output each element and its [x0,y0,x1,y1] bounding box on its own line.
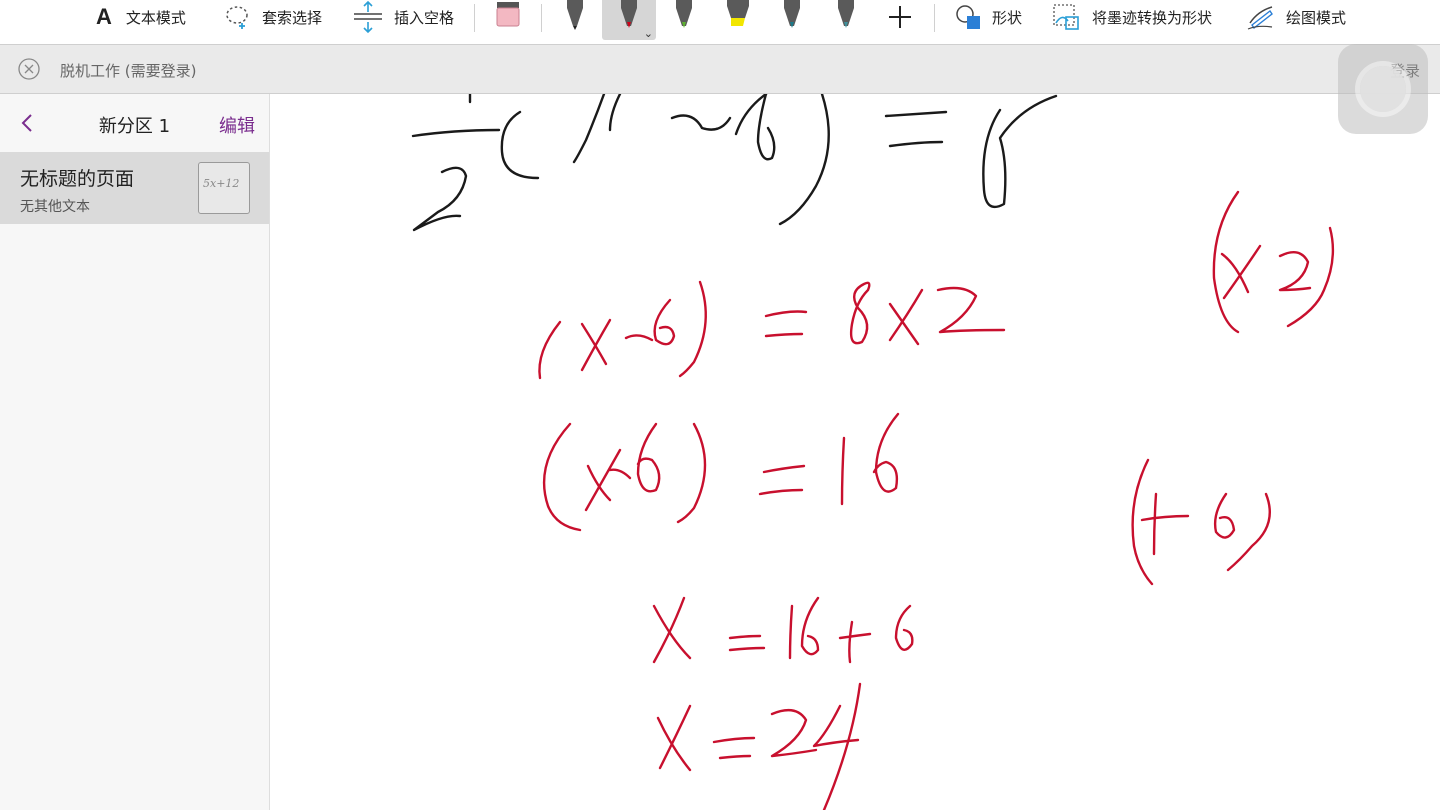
assistive-touch-button[interactable] [1338,44,1428,134]
plus-icon [889,6,911,28]
page-list-sidebar: 新分区 1 编辑 无标题的页面 无其他文本 5x+12 [0,94,270,810]
thumbnail-text: 5x+12 [203,177,240,190]
shapes-label: 形状 [992,8,1023,27]
highlighter-icon [727,0,749,26]
insert-space-label: 插入空格 [394,8,455,27]
text-mode-icon: A [96,4,112,29]
page-thumbnail: 5x+12 [198,162,250,214]
teal-pen-2-icon [838,0,854,28]
assistive-touch-icon [1360,66,1406,112]
eraser-icon [496,2,520,27]
black-pen-button[interactable] [552,0,598,34]
toolbar-divider [541,4,542,32]
ink-to-shape-icon [1053,4,1079,30]
ink-to-shape-label: 将墨迹转换为形状 [1092,8,1213,27]
close-icon[interactable] [18,58,40,80]
teal-pen-2-button[interactable] [823,0,869,34]
teal-pen-icon [784,0,800,28]
note-canvas[interactable] [270,94,1440,810]
add-pen-button[interactable] [886,0,914,34]
red-pen-icon [621,0,637,28]
toolbar: A 文本模式 套索选择 插入空格 ⌄ 形状 将墨迹转换为形状 绘图模式 [0,0,1440,44]
lasso-icon [226,6,248,29]
lasso-select-label: 套索选择 [262,8,323,27]
eraser-button[interactable] [495,0,521,34]
draw-mode-icon [1247,6,1273,30]
yellow-highlighter-button[interactable] [715,0,761,34]
edit-button[interactable]: 编辑 [219,112,255,138]
black-ink-equation [411,94,1058,232]
toolbar-divider [934,4,935,32]
green-pen-icon [676,0,692,28]
insert-space-button[interactable]: 插入空格 [352,0,454,34]
green-pen-button[interactable] [661,0,707,34]
draw-mode-button[interactable]: 绘图模式 [1246,0,1346,34]
red-pen-button[interactable]: ⌄ [602,0,656,40]
ink-to-shape-button[interactable]: 将墨迹转换为形状 [1050,0,1212,34]
lasso-select-button[interactable]: 套索选择 [224,0,322,34]
sidebar-header: 新分区 1 编辑 [0,94,269,152]
toolbar-divider [474,4,475,32]
shapes-button[interactable]: 形状 [954,0,1022,34]
offline-banner: 脱机工作 (需要登录) 登录 [0,44,1440,94]
teal-pen-button[interactable] [769,0,815,34]
text-mode-button[interactable]: A 文本模式 [96,0,186,34]
red-ink-work [538,190,1335,810]
text-mode-label: 文本模式 [125,8,186,27]
offline-message: 脱机工作 (需要登录) [60,62,197,80]
page-preview: 无其他文本 [20,199,90,215]
page-list-item[interactable]: 无标题的页面 无其他文本 5x+12 [0,152,269,224]
chevron-down-icon[interactable]: ⌄ [644,27,653,40]
insert-space-icon [354,0,382,34]
shapes-icon [956,5,980,29]
page-title: 无标题的页面 [20,168,135,190]
black-pen-icon [567,0,583,30]
draw-mode-label: 绘图模式 [1286,8,1347,27]
